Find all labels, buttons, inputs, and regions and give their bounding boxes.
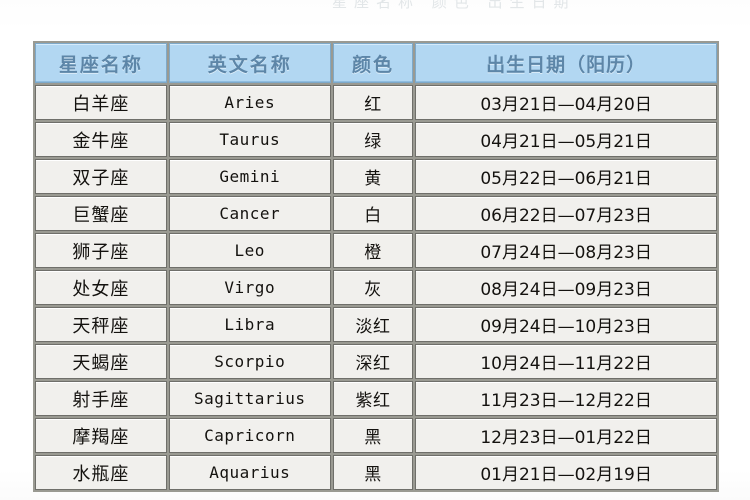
cell-color: 红 (332, 85, 414, 120)
table-header-row: 星座名称 英文名称 颜色 出生日期（阳历） (35, 43, 717, 83)
cell-date: 06月22日—07月23日 (415, 196, 717, 231)
cell-date: 08月24日—09月23日 (415, 270, 717, 305)
table-row: 天蝎座 Scorpio 深红 10月24日—11月22日 (35, 344, 717, 379)
table-row: 处女座 Virgo 灰 08月24日—09月23日 (35, 270, 717, 305)
cell-en: Libra (168, 307, 331, 342)
cell-en: Sagittarius (168, 381, 331, 416)
zodiac-table-container: 星座名称 英文名称 颜色 出生日期（阳历） 白羊座 Aries 红 03月21日—04… (33, 41, 719, 492)
cell-en: Scorpio (168, 344, 331, 379)
cell-date: 01月21日—02月19日 (415, 455, 717, 490)
cell-name: 水瓶座 (35, 455, 167, 490)
cell-en: Leo (168, 233, 331, 268)
table-row: 狮子座 Leo 橙 07月24日—08月23日 (35, 233, 717, 268)
column-header-birth-date: 出生日期（阳历） (415, 43, 717, 83)
table-row: 白羊座 Aries 红 03月21日—04月20日 (35, 85, 717, 120)
cell-date: 03月21日—04月20日 (415, 85, 717, 120)
table-row: 巨蟹座 Cancer 白 06月22日—07月23日 (35, 196, 717, 231)
zodiac-reference-table: 星座名称 英文名称 颜色 出生日期（阳历） 白羊座 Aries 红 03月21日—04… (33, 41, 719, 492)
table-row: 双子座 Gemini 黄 05月22日—06月21日 (35, 159, 717, 194)
table-row: 水瓶座 Aquarius 黑 01月21日—02月19日 (35, 455, 717, 490)
cell-color: 灰 (332, 270, 414, 305)
cell-en: Gemini (168, 159, 331, 194)
column-header-color: 颜色 (332, 43, 414, 83)
cell-color: 黄 (332, 159, 414, 194)
cell-name: 巨蟹座 (35, 196, 167, 231)
cell-color: 橙 (332, 233, 414, 268)
cell-en: Aquarius (168, 455, 331, 490)
table-row: 摩羯座 Capricorn 黑 12月23日—01月22日 (35, 418, 717, 453)
table-row: 天秤座 Libra 淡红 09月24日—10月23日 (35, 307, 717, 342)
table-row: 金牛座 Taurus 绿 04月21日—05月21日 (35, 122, 717, 157)
cell-name: 双子座 (35, 159, 167, 194)
cell-name: 金牛座 (35, 122, 167, 157)
cell-en: Virgo (168, 270, 331, 305)
cell-date: 05月22日—06月21日 (415, 159, 717, 194)
table-row: 射手座 Sagittarius 紫红 11月23日—12月22日 (35, 381, 717, 416)
cell-date: 07月24日—08月23日 (415, 233, 717, 268)
table-body: 白羊座 Aries 红 03月21日—04月20日 金牛座 Taurus 绿 04月21日—0… (35, 85, 717, 490)
column-header-sign-name: 星座名称 (35, 43, 167, 83)
cell-color: 淡红 (332, 307, 414, 342)
cell-color: 黑 (332, 455, 414, 490)
cell-en: Taurus (168, 122, 331, 157)
cell-name: 摩羯座 (35, 418, 167, 453)
cell-date: 04月21日—05月21日 (415, 122, 717, 157)
cell-color: 深红 (332, 344, 414, 379)
cell-color: 绿 (332, 122, 414, 157)
clipped-top-text: 星座名称 颜色 出生日期 (332, 0, 576, 11)
column-header-english-name: 英文名称 (168, 43, 331, 83)
cell-color: 白 (332, 196, 414, 231)
clipped-top-text-strip: 星座名称 颜色 出生日期 (0, 0, 750, 14)
cell-name: 狮子座 (35, 233, 167, 268)
cell-en: Cancer (168, 196, 331, 231)
cell-date: 11月23日—12月22日 (415, 381, 717, 416)
cell-name: 射手座 (35, 381, 167, 416)
cell-date: 09月24日—10月23日 (415, 307, 717, 342)
cell-color: 黑 (332, 418, 414, 453)
table-header: 星座名称 英文名称 颜色 出生日期（阳历） (35, 43, 717, 83)
cell-en: Capricorn (168, 418, 331, 453)
cell-name: 白羊座 (35, 85, 167, 120)
cell-en: Aries (168, 85, 331, 120)
cell-date: 12月23日—01月22日 (415, 418, 717, 453)
cell-name: 天蝎座 (35, 344, 167, 379)
cell-name: 处女座 (35, 270, 167, 305)
cell-date: 10月24日—11月22日 (415, 344, 717, 379)
cell-color: 紫红 (332, 381, 414, 416)
cell-name: 天秤座 (35, 307, 167, 342)
